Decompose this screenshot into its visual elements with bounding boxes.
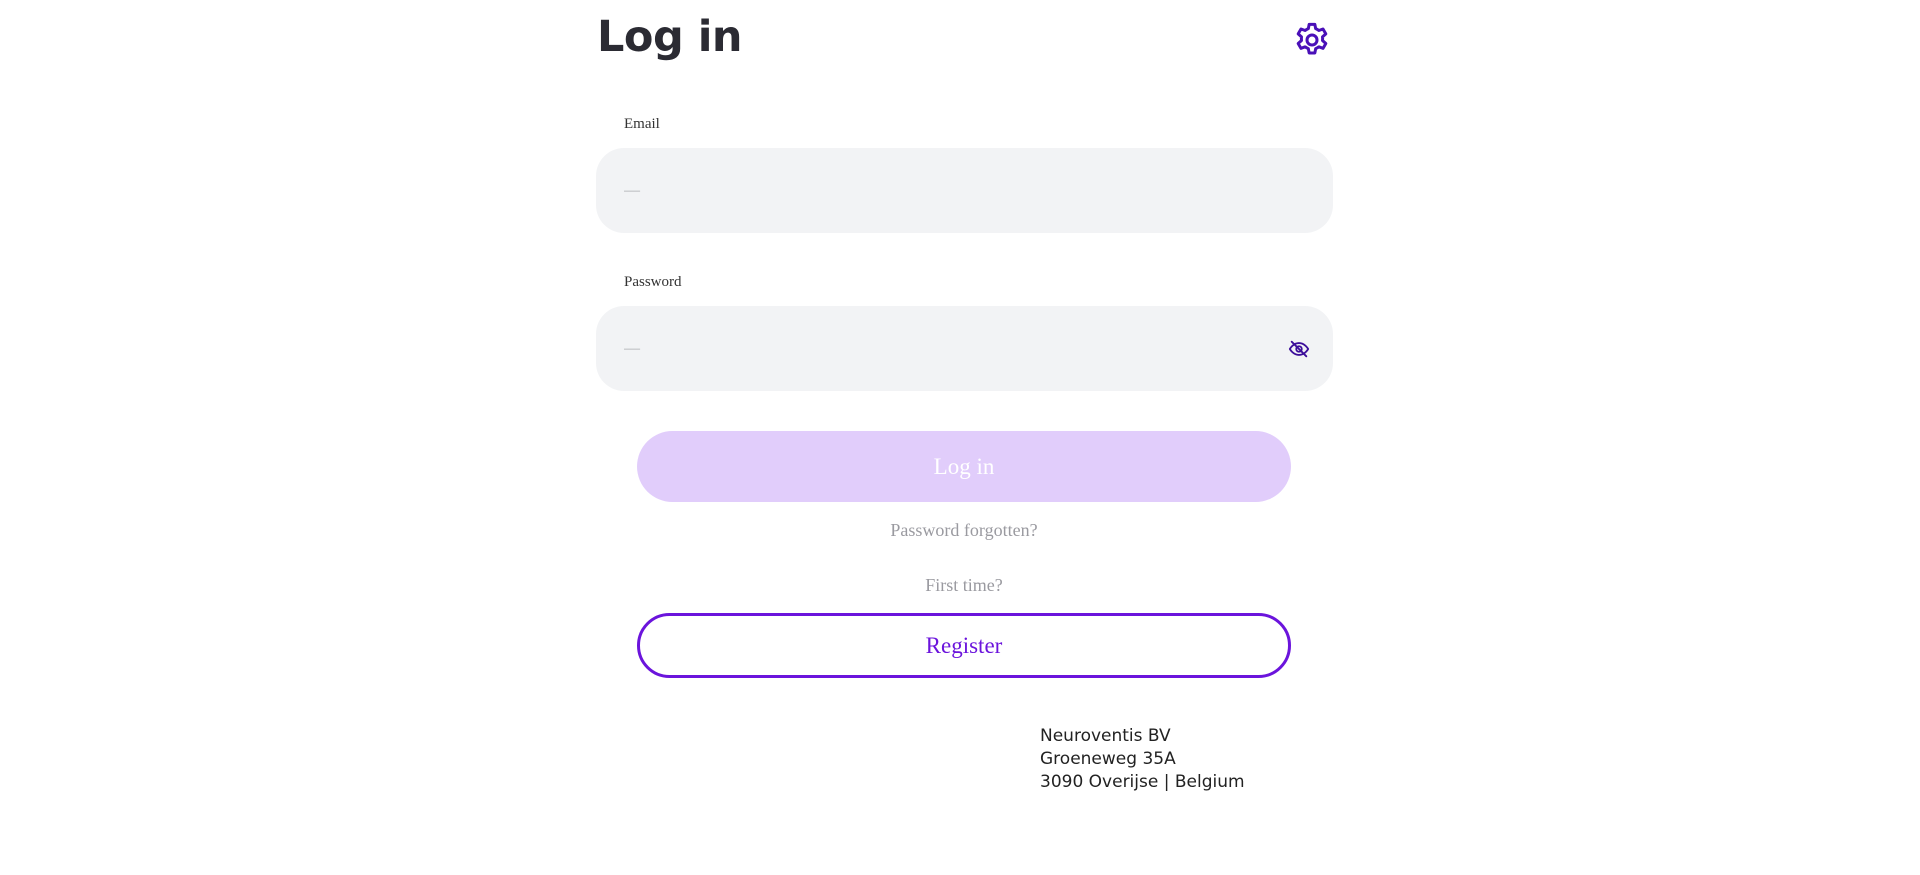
password-label: Password xyxy=(624,274,682,290)
login-button[interactable]: Log in xyxy=(637,431,1291,502)
email-field-container xyxy=(596,148,1333,233)
password-field[interactable] xyxy=(596,306,1333,391)
password-field-container xyxy=(596,306,1333,391)
forgot-password-link[interactable]: Password forgotten? xyxy=(637,520,1291,541)
eye-off-icon xyxy=(1288,340,1310,357)
address-street: Groeneweg 35A xyxy=(1040,749,1176,769)
settings-button[interactable] xyxy=(1290,18,1334,62)
gear-icon xyxy=(1296,22,1328,55)
login-page: Log in Email Password Log in Password fo… xyxy=(0,0,1920,875)
company-name: Neuroventis BV xyxy=(1040,726,1171,746)
email-field[interactable] xyxy=(596,148,1333,233)
address-city-country: 3090 Overijse | Belgium xyxy=(1040,772,1245,792)
email-label: Email xyxy=(624,116,660,132)
page-title: Log in xyxy=(597,12,743,62)
first-time-text: First time? xyxy=(925,575,1003,595)
company-address: Neuroventis BV Groeneweg 35A 3090 Overij… xyxy=(1040,725,1245,794)
register-button[interactable]: Register xyxy=(637,613,1291,678)
toggle-password-visibility-button[interactable] xyxy=(1285,335,1313,363)
